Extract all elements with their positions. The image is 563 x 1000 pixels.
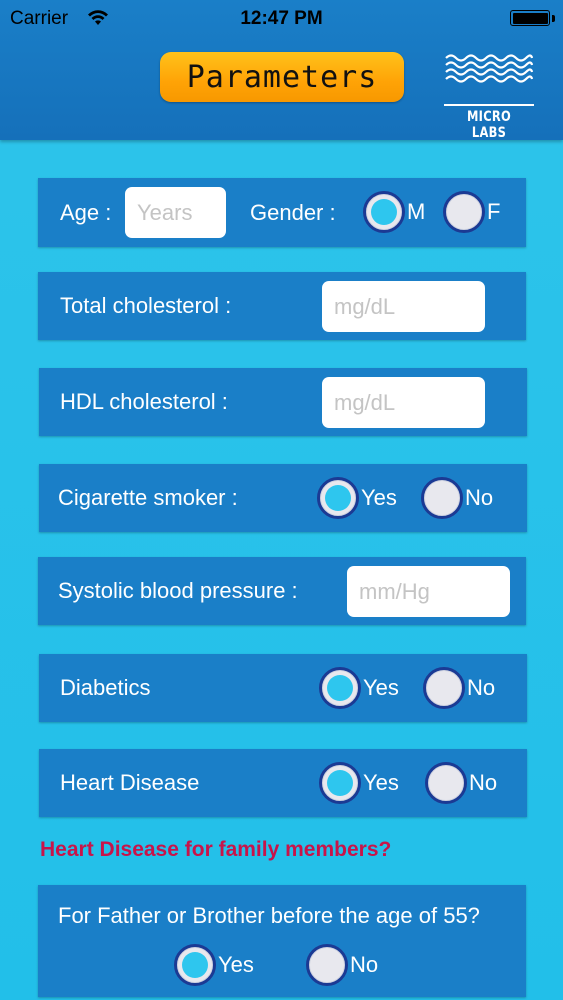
smoker-no-label: No xyxy=(465,485,494,510)
diabetics-yes-radio[interactable] xyxy=(319,667,361,709)
smoker-yes-label: Yes xyxy=(361,485,397,510)
father-brother-label: For Father or Brother before the age of … xyxy=(58,903,480,928)
smoker-no-option[interactable]: No xyxy=(421,477,493,519)
father-brother-yes-label: Yes xyxy=(218,952,254,977)
total-cholesterol-card: Total cholesterol : mg/dL xyxy=(38,272,526,340)
smoker-yes-radio[interactable] xyxy=(317,477,359,519)
gender-female-radio[interactable] xyxy=(443,191,485,233)
father-brother-yes-radio[interactable] xyxy=(174,944,216,986)
smoker-label: Cigarette smoker : xyxy=(58,485,238,510)
heart-disease-yes-radio[interactable] xyxy=(319,762,361,804)
gender-male-label: M xyxy=(407,199,426,224)
status-bar: Carrier 12:47 PM xyxy=(0,0,563,36)
father-brother-no-radio[interactable] xyxy=(306,944,348,986)
smoker-card: Cigarette smoker : Yes No xyxy=(39,464,527,532)
gender-label: Gender : xyxy=(250,199,336,225)
clock: 12:47 PM xyxy=(240,8,323,29)
hdl-cholesterol-card: HDL cholesterol : mg/dL xyxy=(39,368,527,436)
diabetics-no-radio[interactable] xyxy=(423,667,465,709)
radio-selected-dot xyxy=(327,675,353,701)
diabetics-yes-option[interactable]: Yes xyxy=(319,667,399,709)
diabetics-yes-label: Yes xyxy=(363,675,399,700)
radio-selected-dot xyxy=(182,952,208,978)
smoker-yes-option[interactable]: Yes xyxy=(317,477,397,519)
total-cholesterol-label: Total cholesterol : xyxy=(60,293,232,318)
heart-disease-no-radio[interactable] xyxy=(425,762,467,804)
age-gender-card: Age : Years Gender : M F xyxy=(38,178,526,247)
gender-female-label: F xyxy=(487,199,501,224)
systolic-bp-card: Systolic blood pressure : mm/Hg xyxy=(38,557,526,625)
radio-selected-dot xyxy=(371,199,397,225)
radio-selected-dot xyxy=(325,485,351,511)
family-heading: Heart Disease for family members? xyxy=(40,838,392,861)
diabetics-no-option[interactable]: No xyxy=(423,667,495,709)
heart-disease-label: Heart Disease xyxy=(60,770,200,795)
gender-male-option[interactable]: M xyxy=(363,191,425,233)
battery-icon xyxy=(510,10,550,26)
systolic-bp-label: Systolic blood pressure : xyxy=(58,578,298,603)
heart-disease-card: Heart Disease Yes No xyxy=(39,749,527,817)
logo-text: MICRO LABS xyxy=(467,109,511,141)
gender-female-option[interactable]: F xyxy=(443,191,500,233)
gender-male-radio[interactable] xyxy=(363,191,405,233)
father-brother-no-label: No xyxy=(350,952,379,977)
heart-disease-yes-label: Yes xyxy=(363,770,399,795)
heart-disease-yes-option[interactable]: Yes xyxy=(319,762,399,804)
battery-nub xyxy=(552,15,555,22)
father-brother-no-option[interactable]: No xyxy=(306,944,378,986)
hdl-cholesterol-input[interactable]: mg/dL xyxy=(322,377,485,428)
age-input[interactable]: Years xyxy=(125,187,226,238)
diabetics-card: Diabetics Yes No xyxy=(39,654,527,722)
heart-disease-no-label: No xyxy=(469,770,498,795)
father-brother-yes-option[interactable]: Yes xyxy=(174,944,254,986)
logo-divider xyxy=(444,104,534,106)
total-cholesterol-input[interactable]: mg/dL xyxy=(322,281,485,332)
page-title: Parameters xyxy=(160,52,404,102)
hdl-cholesterol-label: HDL cholesterol : xyxy=(60,389,228,414)
diabetics-label: Diabetics xyxy=(60,675,151,700)
heart-disease-no-option[interactable]: No xyxy=(425,762,497,804)
radio-selected-dot xyxy=(327,770,353,796)
age-label: Age : xyxy=(60,199,112,225)
father-brother-card: For Father or Brother before the age of … xyxy=(38,885,526,997)
systolic-bp-input[interactable]: mm/Hg xyxy=(347,566,510,617)
smoker-no-radio[interactable] xyxy=(421,477,463,519)
diabetics-no-label: No xyxy=(467,675,496,700)
